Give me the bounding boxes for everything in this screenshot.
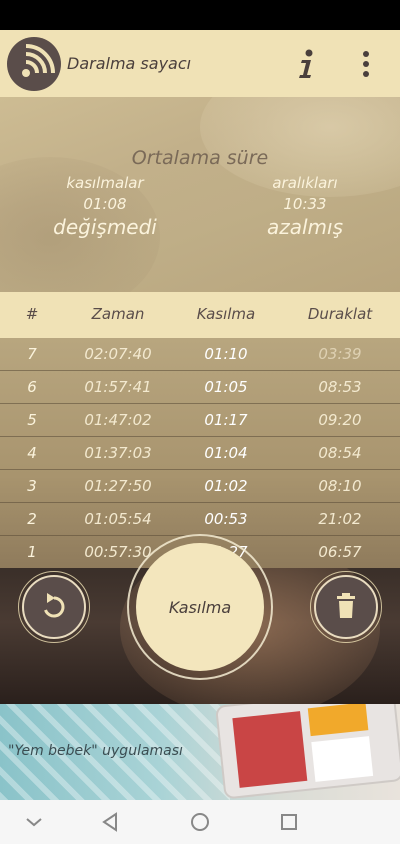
row-duration: 01:17 (204, 411, 248, 429)
table-row[interactable]: 7 02:07:40 01:10 03:39 (0, 338, 400, 371)
table-row[interactable]: 3 01:27:50 01:02 08:10 (0, 470, 400, 503)
intervals-average-value: 10:33 (283, 195, 327, 213)
row-number: 3 (27, 477, 37, 495)
row-pause: 08:54 (318, 444, 362, 462)
column-header-contraction: Kasılma (196, 305, 256, 323)
table-row[interactable]: 6 01:57:41 01:05 08:53 (0, 371, 400, 404)
summary-panel: Ortalama süre kasılmalar aralıkları 01:0… (0, 97, 400, 292)
trash-icon (337, 593, 355, 618)
row-duration: 00:53 (204, 510, 248, 528)
ad-phone-screen-block (307, 704, 369, 737)
row-pause: 09:20 (318, 411, 362, 429)
delete-button[interactable] (314, 575, 378, 639)
contractions-average-value: 01:08 (83, 195, 127, 213)
row-pause: 21:02 (318, 510, 362, 528)
row-duration: 01:02 (204, 477, 248, 495)
app-title: Daralma sayacı (67, 54, 192, 73)
row-number: 7 (27, 345, 37, 363)
contractions-trend: değişmedi (53, 215, 157, 239)
more-vert-icon[interactable] (352, 46, 380, 82)
intervals-label: aralıkları (272, 174, 338, 192)
row-pause: 06:57 (318, 543, 362, 561)
info-icon[interactable] (293, 46, 321, 82)
undo-icon (44, 593, 65, 618)
row-pause: 03:39 (318, 345, 362, 363)
table-row[interactable]: 2 01:05:54 00:53 21:02 (0, 503, 400, 536)
ad-phone-image (215, 704, 400, 800)
status-bar (0, 0, 400, 30)
recents-icon[interactable] (277, 810, 301, 834)
row-time: 02:07:40 (84, 345, 152, 363)
row-number: 6 (27, 378, 37, 396)
average-title: Ortalama süre (131, 147, 269, 169)
row-time: 01:05:54 (84, 510, 152, 528)
system-nav-bar (0, 800, 400, 844)
contraction-button-label: Kasılma (168, 597, 232, 617)
ad-banner[interactable]: "Yem bebek" uygulaması (0, 704, 400, 800)
app-bar: Daralma sayacı (0, 30, 400, 97)
ad-text: "Yem bebek" uygulaması (8, 743, 183, 759)
row-duration: 01:05 (204, 378, 248, 396)
contractions-label: kasılmalar (66, 174, 144, 192)
ad-phone-screen-block (311, 736, 374, 782)
row-time: 01:37:03 (84, 444, 152, 462)
signal-waves-icon[interactable] (7, 37, 61, 91)
column-header-pause: Duraklat (307, 305, 373, 323)
undo-button[interactable] (22, 575, 86, 639)
intervals-trend: azalmış (266, 215, 344, 239)
column-header-number: # (25, 305, 39, 323)
row-number: 4 (27, 444, 37, 462)
row-time: 01:57:41 (84, 378, 152, 396)
table-row[interactable]: 5 01:47:02 01:17 09:20 (0, 404, 400, 437)
ad-phone-screen-block (232, 711, 308, 788)
row-number: 2 (27, 510, 37, 528)
row-number: 1 (27, 543, 37, 561)
back-icon[interactable] (98, 810, 122, 834)
column-header-time: Zaman (91, 305, 145, 323)
row-duration: 01:10 (204, 345, 248, 363)
row-duration: 01:04 (204, 444, 248, 462)
table-header: # Zaman Kasılma Duraklat (0, 292, 400, 338)
row-number: 5 (27, 411, 37, 429)
row-pause: 08:10 (318, 477, 362, 495)
contraction-button[interactable]: Kasılma (136, 543, 264, 671)
table-row[interactable]: 4 01:37:03 01:04 08:54 (0, 437, 400, 470)
home-icon[interactable] (188, 810, 212, 834)
row-time: 01:47:02 (84, 411, 152, 429)
row-pause: 08:53 (318, 378, 362, 396)
chevron-down-icon[interactable] (22, 810, 46, 834)
row-time: 01:27:50 (84, 477, 152, 495)
